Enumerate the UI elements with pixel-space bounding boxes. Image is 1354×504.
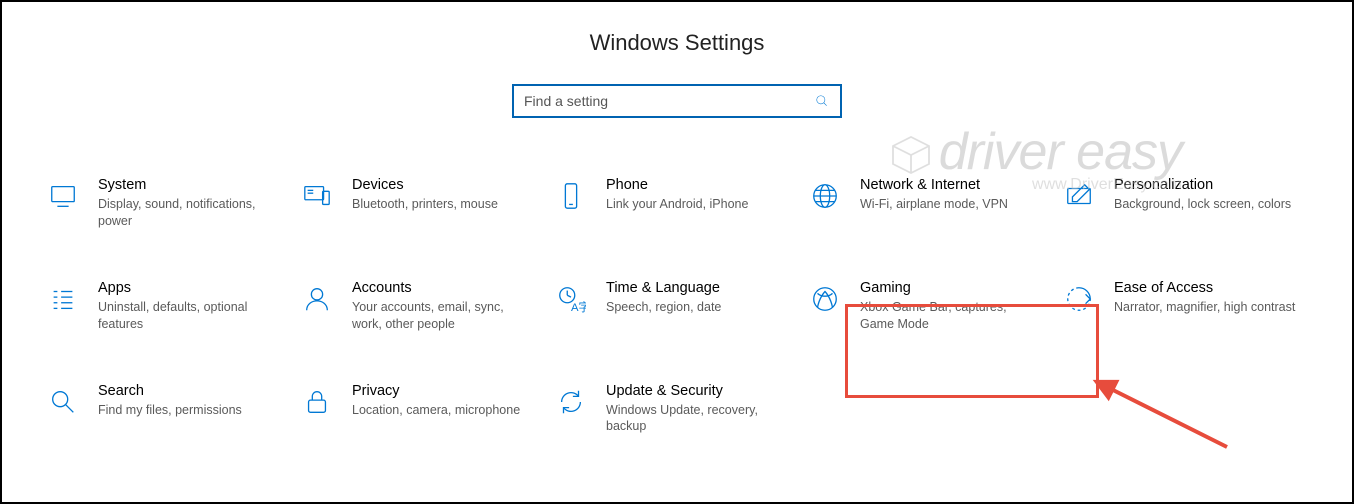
tile-text: Gaming Xbox Game Bar, captures, Game Mod…	[860, 280, 1054, 333]
search-input[interactable]	[524, 93, 814, 109]
tile-desc: Wi-Fi, airplane mode, VPN	[860, 196, 1044, 213]
tile-text: Accounts Your accounts, email, sync, wor…	[352, 280, 546, 333]
tile-desc: Display, sound, notifications, power	[98, 196, 282, 230]
tile-label: Personalization	[1114, 177, 1298, 193]
tile-text: System Display, sound, notifications, po…	[98, 177, 292, 230]
search-wrap	[2, 84, 1352, 118]
tile-text: Ease of Access Narrator, magnifier, high…	[1114, 280, 1308, 316]
gaming-icon	[808, 282, 842, 316]
tile-label: Phone	[606, 177, 790, 193]
system-icon	[46, 179, 80, 213]
phone-icon	[554, 179, 588, 213]
tile-time[interactable]: A字 Time & Language Speech, region, date	[550, 276, 804, 337]
tile-label: Devices	[352, 177, 536, 193]
tile-desc: Link your Android, iPhone	[606, 196, 790, 213]
tile-search[interactable]: Search Find my files, permissions	[42, 379, 296, 440]
tile-desc: Background, lock screen, colors	[1114, 196, 1298, 213]
tile-desc: Windows Update, recovery, backup	[606, 402, 790, 436]
tile-personalization[interactable]: Personalization Background, lock screen,…	[1058, 173, 1312, 234]
tile-network[interactable]: Network & Internet Wi-Fi, airplane mode,…	[804, 173, 1058, 234]
privacy-icon	[300, 385, 334, 419]
tile-desc: Speech, region, date	[606, 299, 790, 316]
tile-text: Devices Bluetooth, printers, mouse	[352, 177, 546, 213]
tile-desc: Xbox Game Bar, captures, Game Mode	[860, 299, 1044, 333]
tile-label: Accounts	[352, 280, 536, 296]
tile-desc: Your accounts, email, sync, work, other …	[352, 299, 536, 333]
tile-desc: Find my files, permissions	[98, 402, 282, 419]
personalization-icon	[1062, 179, 1096, 213]
tile-phone[interactable]: Phone Link your Android, iPhone	[550, 173, 804, 234]
tile-system[interactable]: System Display, sound, notifications, po…	[42, 173, 296, 234]
tile-privacy[interactable]: Privacy Location, camera, microphone	[296, 379, 550, 440]
ease-of-access-icon	[1062, 282, 1096, 316]
tile-label: Apps	[98, 280, 282, 296]
tile-desc: Narrator, magnifier, high contrast	[1114, 299, 1298, 316]
tile-ease[interactable]: Ease of Access Narrator, magnifier, high…	[1058, 276, 1312, 337]
tile-label: Search	[98, 383, 282, 399]
tile-label: Ease of Access	[1114, 280, 1298, 296]
svg-text:A字: A字	[571, 300, 586, 314]
update-icon	[554, 385, 588, 419]
devices-icon	[300, 179, 334, 213]
tile-text: Personalization Background, lock screen,…	[1114, 177, 1308, 213]
tile-text: Privacy Location, camera, microphone	[352, 383, 546, 419]
tile-apps[interactable]: Apps Uninstall, defaults, optional featu…	[42, 276, 296, 337]
tile-update[interactable]: Update & Security Windows Update, recove…	[550, 379, 804, 440]
tile-text: Phone Link your Android, iPhone	[606, 177, 800, 213]
tile-text: Network & Internet Wi-Fi, airplane mode,…	[860, 177, 1054, 213]
tile-label: Privacy	[352, 383, 536, 399]
tile-desc: Location, camera, microphone	[352, 402, 536, 419]
tile-text: Time & Language Speech, region, date	[606, 280, 800, 316]
tile-text: Apps Uninstall, defaults, optional featu…	[98, 280, 292, 333]
globe-icon	[808, 179, 842, 213]
apps-icon	[46, 282, 80, 316]
tile-label: System	[98, 177, 282, 193]
time-language-icon: A字	[554, 282, 588, 316]
search-tile-icon	[46, 385, 80, 419]
tile-text: Update & Security Windows Update, recove…	[606, 383, 800, 436]
tile-label: Gaming	[860, 280, 1044, 296]
accounts-icon	[300, 282, 334, 316]
tile-label: Network & Internet	[860, 177, 1044, 193]
tile-gaming[interactable]: Gaming Xbox Game Bar, captures, Game Mod…	[804, 276, 1058, 337]
tile-desc: Bluetooth, printers, mouse	[352, 196, 536, 213]
tile-desc: Uninstall, defaults, optional features	[98, 299, 282, 333]
tile-devices[interactable]: Devices Bluetooth, printers, mouse	[296, 173, 550, 234]
settings-grid: System Display, sound, notifications, po…	[2, 118, 1352, 439]
tile-text: Search Find my files, permissions	[98, 383, 292, 419]
page-title: Windows Settings	[2, 30, 1352, 56]
search-box[interactable]	[512, 84, 842, 118]
search-icon	[814, 93, 830, 109]
tile-label: Time & Language	[606, 280, 790, 296]
tile-label: Update & Security	[606, 383, 790, 399]
settings-window: Windows Settings System Display, sound, …	[0, 0, 1354, 504]
tile-accounts[interactable]: Accounts Your accounts, email, sync, wor…	[296, 276, 550, 337]
